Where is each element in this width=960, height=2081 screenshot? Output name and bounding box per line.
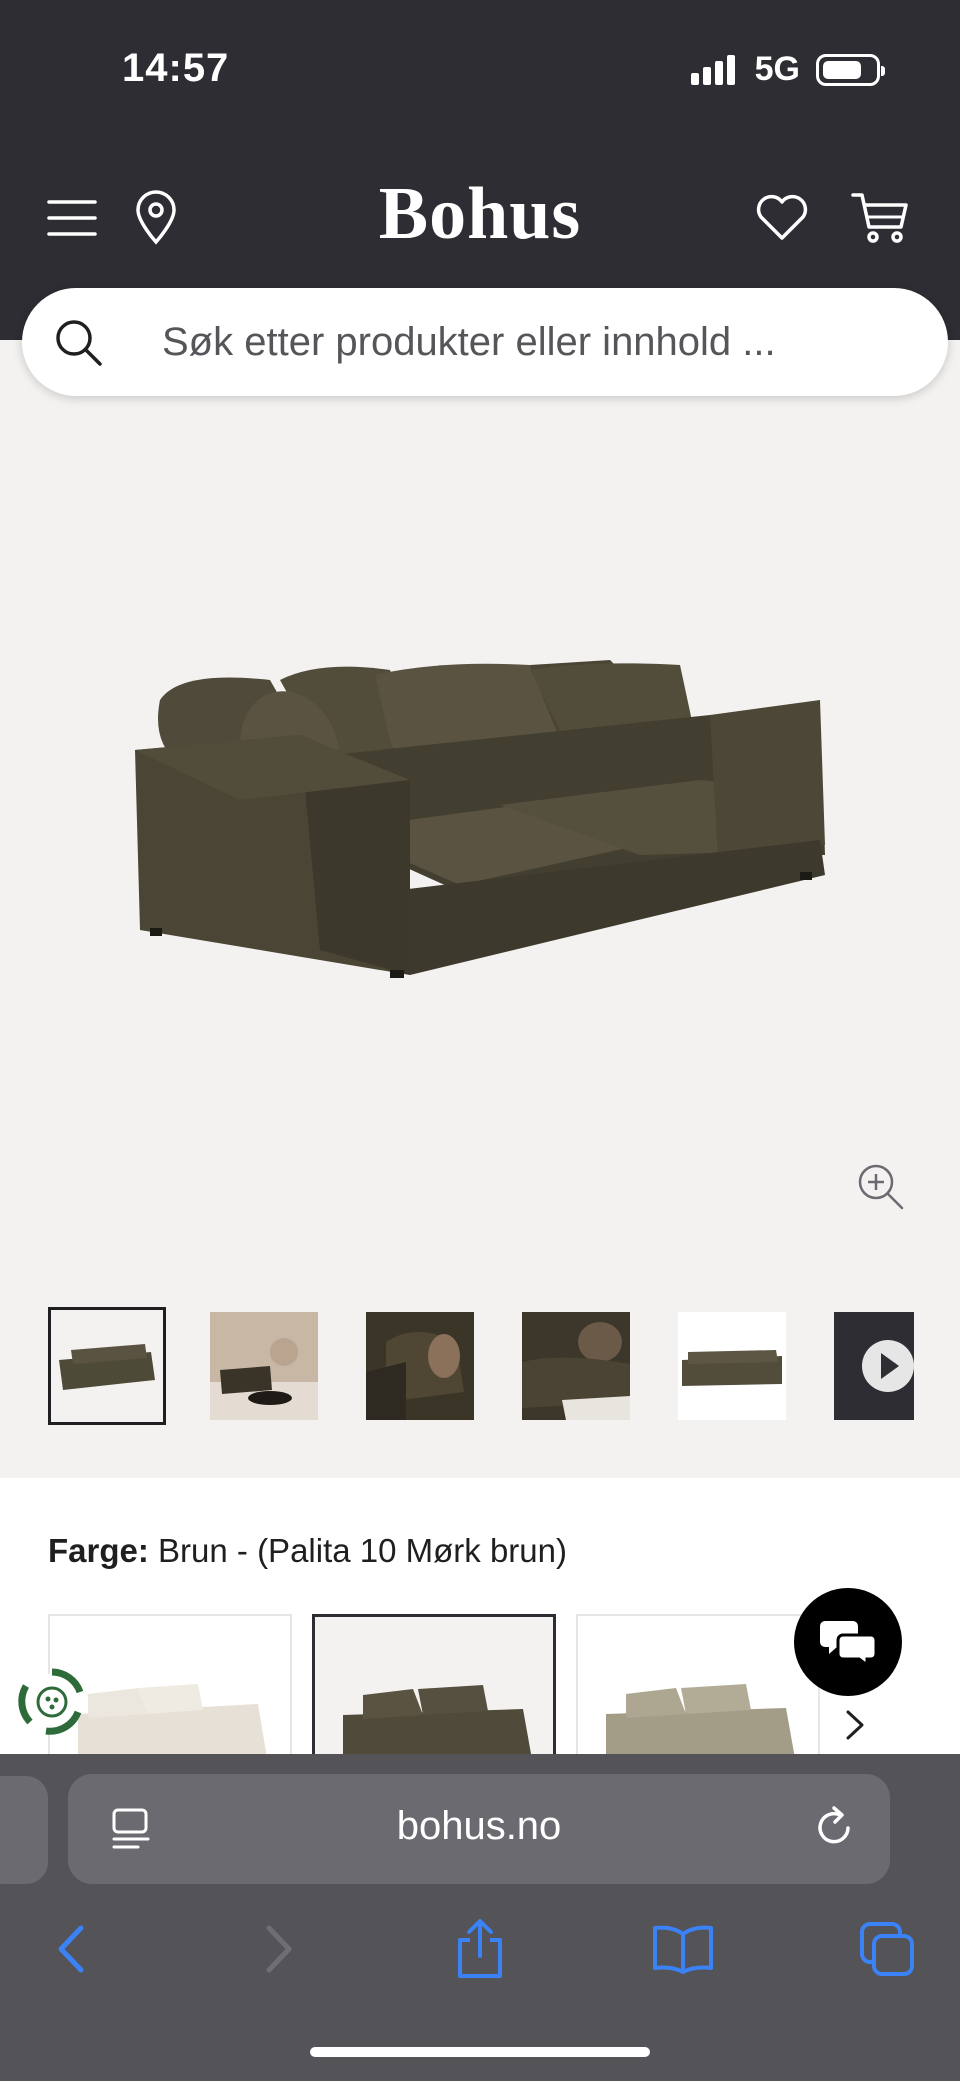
product-image[interactable] xyxy=(120,640,840,1020)
thumbnail-5[interactable] xyxy=(678,1312,786,1420)
signal-icon xyxy=(690,54,735,85)
chat-bubbles-icon xyxy=(820,1621,877,1667)
eco-badge-icon[interactable] xyxy=(16,1666,88,1738)
thumbnail-3[interactable] xyxy=(366,1312,474,1420)
zoom-icon[interactable] xyxy=(856,1162,906,1212)
tabs-button[interactable] xyxy=(852,1914,922,1984)
battery-icon xyxy=(816,53,885,86)
search-icon xyxy=(56,320,102,366)
thumbnail-1[interactable] xyxy=(48,1307,166,1425)
heart-icon[interactable] xyxy=(752,188,812,248)
forward-button[interactable] xyxy=(244,1914,314,1984)
home-indicator xyxy=(310,2047,650,2057)
status-time: 14:57 xyxy=(122,46,230,90)
chevron-left-icon xyxy=(58,1925,84,1973)
chevron-right-icon[interactable] xyxy=(830,1700,880,1750)
chat-button[interactable] xyxy=(794,1588,902,1696)
share-button[interactable] xyxy=(445,1914,515,1984)
book-icon xyxy=(653,1925,713,1974)
browser-toolbar: bohus.no xyxy=(0,1754,960,2081)
color-label: Farge: Brun - (Palita 10 Mørk brun) xyxy=(48,1532,567,1570)
cart-icon[interactable] xyxy=(850,188,910,248)
reload-icon[interactable] xyxy=(810,1804,858,1852)
bookmarks-button[interactable] xyxy=(648,1914,718,1984)
back-button[interactable] xyxy=(36,1914,106,1984)
color-value: Brun - (Palita 10 Mørk brun) xyxy=(158,1532,567,1569)
url-text[interactable]: bohus.no xyxy=(68,1804,890,1849)
search-bar[interactable] xyxy=(22,288,948,396)
video-thumbnail[interactable] xyxy=(834,1312,914,1420)
thumbnail-4[interactable] xyxy=(522,1312,630,1420)
color-option-2[interactable] xyxy=(312,1614,556,1754)
color-option-3[interactable] xyxy=(576,1614,820,1754)
search-input[interactable] xyxy=(162,288,902,396)
address-bar[interactable]: bohus.no xyxy=(68,1774,890,1884)
bohus-logo[interactable]: Bohus xyxy=(0,172,960,257)
network-label: 5G xyxy=(754,50,800,88)
previous-tab[interactable] xyxy=(0,1776,48,1884)
color-label-key: Farge: xyxy=(48,1532,149,1569)
thumbnail-2[interactable] xyxy=(210,1312,318,1420)
status-indicators: 5G xyxy=(690,50,885,89)
thumbnail-strip xyxy=(48,1307,960,1432)
tabs-icon xyxy=(860,1922,914,1976)
chevron-right-icon xyxy=(266,1925,292,1973)
share-icon xyxy=(458,1919,502,1978)
product-gallery xyxy=(0,340,960,1478)
